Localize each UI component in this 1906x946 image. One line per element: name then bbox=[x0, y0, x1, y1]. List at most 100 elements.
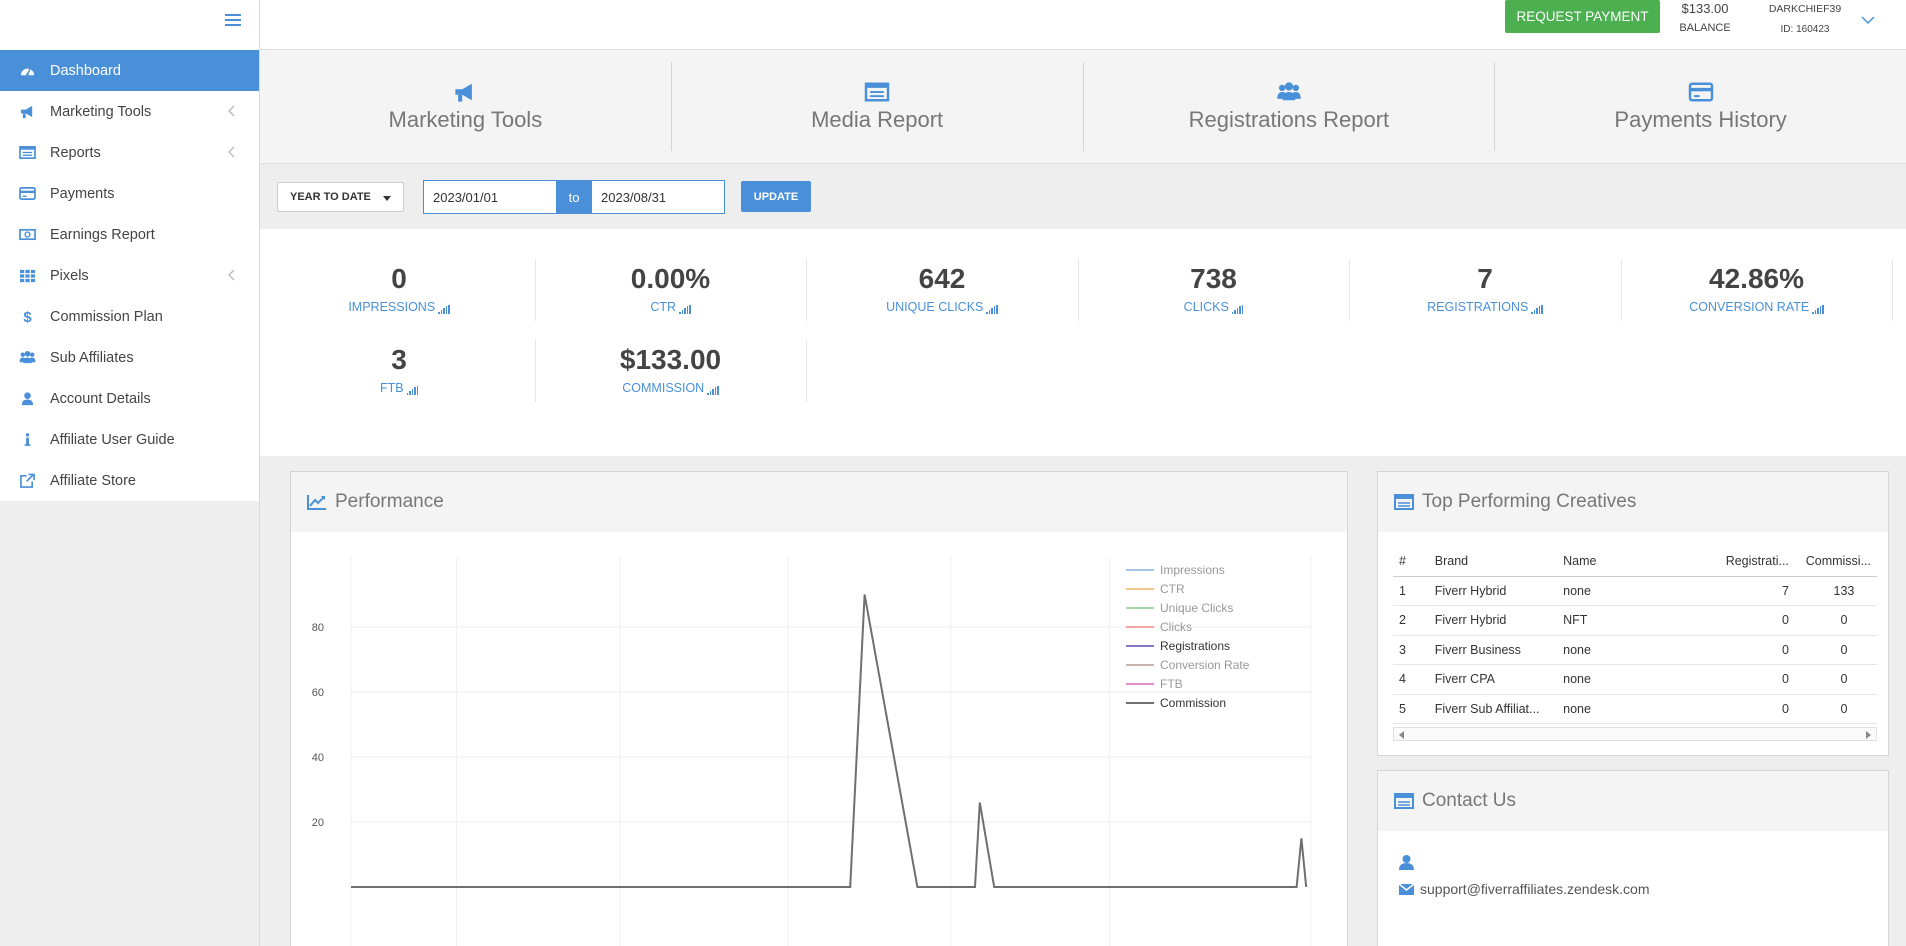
table-row[interactable]: 4 Fiverr CPA none 0 0 bbox=[1393, 664, 1877, 695]
table-cell: 0 bbox=[1681, 605, 1795, 636]
sidebar-item-affiliate-user-guide[interactable]: Affiliate User Guide bbox=[0, 419, 259, 460]
stat-ctr: 0.00% CTR bbox=[536, 229, 806, 314]
date-to-label: to bbox=[557, 180, 591, 214]
stat-label: CLICKS bbox=[1183, 300, 1229, 314]
table-row[interactable]: 2 Fiverr Hybrid NFT 0 0 bbox=[1393, 605, 1877, 636]
column-header[interactable]: # bbox=[1393, 547, 1429, 577]
sidebar-item-sub-affiliates[interactable]: Sub Affiliates bbox=[0, 337, 259, 378]
table-cell: none bbox=[1557, 635, 1682, 665]
date-range-inputs: to bbox=[423, 180, 725, 214]
sidebar-header bbox=[0, 0, 259, 50]
sidebar-icon-wrap: $ bbox=[16, 309, 38, 325]
table-row[interactable]: 5 Fiverr Sub Affiliat... none 0 0 bbox=[1393, 694, 1877, 724]
stat-link[interactable]: CLICKS bbox=[1184, 300, 1244, 314]
quicklink-marketing-tools[interactable]: Marketing Tools bbox=[260, 62, 672, 151]
sidebar-item-account-details[interactable]: Account Details bbox=[0, 378, 259, 419]
legend-label: Clicks bbox=[1160, 620, 1192, 634]
y-tick-label: 20 bbox=[312, 817, 324, 829]
user-id: ID: 160423 bbox=[1780, 24, 1830, 35]
table-cell: Fiverr Hybrid bbox=[1428, 605, 1558, 636]
sidebar-icon-wrap bbox=[16, 227, 38, 243]
info-icon bbox=[24, 433, 30, 446]
chevron-down-icon[interactable] bbox=[1860, 14, 1876, 26]
quicklink-payments-history[interactable]: Payments History bbox=[1495, 62, 1906, 151]
megaphone-icon bbox=[20, 105, 32, 119]
legend-label: Conversion Rate bbox=[1160, 658, 1250, 672]
performance-title: Performance bbox=[335, 491, 444, 512]
contact-email[interactable]: support@fiverraffiliates.zendesk.com bbox=[1420, 881, 1650, 897]
stat-divider bbox=[1077, 259, 1079, 321]
scroll-right-icon[interactable] bbox=[1866, 731, 1871, 739]
chevron-left-icon bbox=[228, 269, 235, 281]
y-tick-label: 40 bbox=[312, 752, 324, 764]
sidebar-item-payments[interactable]: Payments bbox=[0, 173, 259, 214]
sidebar-item-affiliate-store[interactable]: Affiliate Store bbox=[0, 460, 259, 501]
date-filter-bar: YEAR TO DATE to UPDATE bbox=[260, 165, 1906, 228]
stat-divider bbox=[534, 259, 536, 321]
column-header[interactable]: Registrati... bbox=[1681, 547, 1795, 577]
stat-value: $133.00 bbox=[619, 344, 722, 375]
signal-bars-icon bbox=[707, 386, 719, 395]
sidebar-item-commission-plan[interactable]: $ Commission Plan bbox=[0, 296, 259, 337]
table-cell: none bbox=[1557, 576, 1682, 606]
sidebar-item-dashboard[interactable]: Dashboard bbox=[0, 50, 259, 91]
sidebar-icon-wrap bbox=[16, 473, 38, 489]
sidebar-item-pixels[interactable]: Pixels bbox=[0, 255, 259, 296]
date-range-select[interactable]: YEAR TO DATE bbox=[277, 182, 404, 212]
credit-card-icon bbox=[1688, 82, 1713, 101]
stat-value: 3 bbox=[391, 344, 407, 375]
update-button[interactable]: UPDATE bbox=[741, 181, 811, 212]
stat-link[interactable]: COMMISSION bbox=[622, 381, 719, 395]
table-cell: 0 bbox=[1681, 635, 1795, 665]
quicklink-media-report[interactable]: Media Report bbox=[672, 62, 1084, 151]
top-creatives-panel: Top Performing Creatives # Brand Name Regis… bbox=[1377, 471, 1889, 756]
table-cell: none bbox=[1557, 664, 1682, 695]
date-from-input[interactable] bbox=[423, 180, 557, 214]
stats-panel: 0 IMPRESSIONS 0.00% CTR 642 UNIQUE CLICKS 738 C… bbox=[260, 229, 1906, 456]
stat-ftb: 3 FTB bbox=[264, 310, 534, 395]
column-header[interactable]: Brand bbox=[1428, 547, 1558, 577]
sidebar-item-earnings-report[interactable]: Earnings Report bbox=[0, 214, 259, 255]
table-cell: 4 bbox=[1393, 664, 1429, 695]
table-row[interactable]: 3 Fiverr Business none 0 0 bbox=[1393, 635, 1877, 665]
performance-header: Performance bbox=[291, 472, 1347, 532]
credit-card-icon bbox=[18, 187, 36, 200]
table-cell: 0 bbox=[1794, 664, 1877, 695]
table-cell: 5 bbox=[1393, 694, 1429, 724]
stat-link[interactable]: REGISTRATIONS bbox=[1427, 300, 1543, 314]
stat-link[interactable]: CONVERSION RATE bbox=[1689, 300, 1824, 314]
table-cell: none bbox=[1557, 694, 1682, 724]
stat-link[interactable]: FTB bbox=[379, 381, 419, 395]
scroll-left-icon[interactable] bbox=[1399, 731, 1404, 739]
request-payment-button[interactable]: REQUEST PAYMENT bbox=[1505, 0, 1660, 33]
sidebar-item-reports[interactable]: Reports bbox=[0, 132, 259, 173]
stat-link[interactable]: UNIQUE CLICKS bbox=[886, 300, 998, 314]
column-header[interactable]: Commissi... bbox=[1794, 547, 1877, 577]
quicklink-registrations-report[interactable]: Registrations Report bbox=[1084, 62, 1496, 151]
table-row[interactable]: 1 Fiverr Hybrid none 7 133 bbox=[1393, 576, 1877, 606]
balance-label: BALANCE bbox=[1679, 22, 1731, 34]
sidebar-icon-wrap bbox=[16, 391, 38, 407]
stat-label: FTB bbox=[379, 381, 404, 395]
user-info[interactable]: DARKCHIEF39 ID: 160423 bbox=[1760, 3, 1850, 35]
balance-amount: $133.00 bbox=[1681, 1, 1729, 16]
legend-label: Impressions bbox=[1160, 563, 1225, 577]
sidebar-item-marketing-tools[interactable]: Marketing Tools bbox=[0, 91, 259, 132]
horizontal-scrollbar[interactable] bbox=[1393, 727, 1877, 741]
table-cell: Fiverr Hybrid bbox=[1428, 576, 1558, 606]
contact-email-row: support@fiverraffiliates.zendesk.com bbox=[1398, 881, 1650, 897]
performance-chart-svg: 20 40 60 80 Impressions CTR Unique Clicks Click… bbox=[312, 557, 1312, 946]
stat-divider bbox=[534, 340, 536, 402]
menu-toggle-icon[interactable] bbox=[222, 10, 244, 30]
stat-clicks: 738 CLICKS bbox=[1079, 229, 1349, 314]
table-cell: Fiverr Business bbox=[1428, 635, 1558, 665]
date-to-input[interactable] bbox=[591, 180, 725, 214]
performance-chart: 20 40 60 80 Impressions CTR Unique Clicks Click… bbox=[291, 532, 1347, 946]
table-cell: Fiverr CPA bbox=[1428, 664, 1558, 695]
contact-header: Contact Us bbox=[1378, 771, 1888, 831]
quicklink-title: Registrations Report bbox=[1188, 106, 1390, 132]
table-header-row: # Brand Name Registrati... Commissi... bbox=[1393, 547, 1877, 577]
report-list-icon bbox=[864, 82, 890, 101]
column-header[interactable]: Name bbox=[1557, 547, 1682, 577]
signal-bars-icon bbox=[986, 305, 998, 314]
